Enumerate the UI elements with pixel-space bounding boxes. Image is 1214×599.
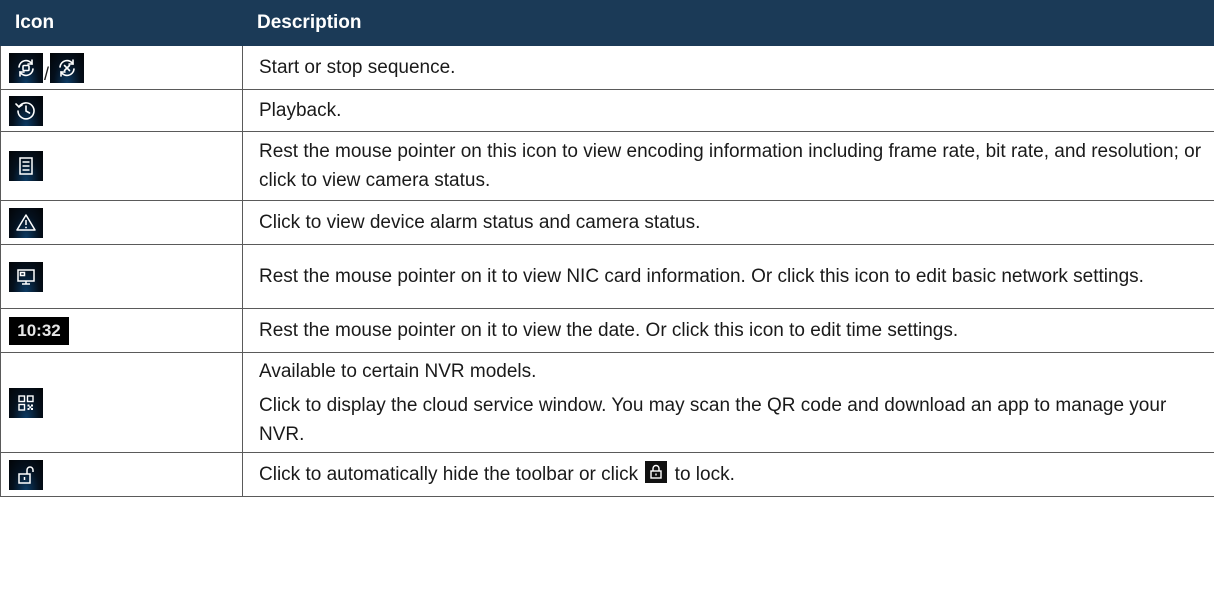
- description-line: Click to display the cloud service windo…: [259, 394, 1167, 445]
- description-cell: Playback.: [242, 89, 1214, 132]
- table-row: Playback.: [0, 89, 1214, 132]
- icon-cell: [0, 452, 243, 497]
- table-row: / Start or stop sequence.: [0, 45, 1214, 90]
- table-row: Available to certain NVR models. Click t…: [0, 352, 1214, 453]
- description-cell: Start or stop sequence.: [242, 45, 1214, 90]
- table-row: Click to view device alarm status and ca…: [0, 200, 1214, 245]
- playback-clock-icon: [9, 95, 43, 126]
- lock-icon: [645, 461, 668, 483]
- icon-cell: [0, 89, 243, 132]
- unlock-icon: [9, 459, 43, 490]
- description-text: to lock.: [674, 464, 735, 485]
- icon-description-table: Icon Description / Start or stop sequenc…: [0, 0, 1214, 497]
- description-line: Available to certain NVR models.: [259, 360, 537, 382]
- icon-cell: [0, 352, 243, 453]
- description-cell: Click to automatically hide the toolbar …: [242, 452, 1214, 497]
- description-cell: Rest the mouse pointer on this icon to v…: [242, 131, 1214, 201]
- table-row: Rest the mouse pointer on this icon to v…: [0, 131, 1214, 201]
- qr-code-icon: [9, 387, 43, 418]
- description-cell: Click to view device alarm status and ca…: [242, 200, 1214, 245]
- icon-cell: [0, 244, 243, 309]
- alarm-warning-icon: [9, 207, 43, 238]
- icon-cell: [0, 200, 243, 245]
- sequence-start-icon: [9, 52, 43, 83]
- header-description: Description: [242, 0, 1214, 46]
- table-row: Rest the mouse pointer on it to view NIC…: [0, 244, 1214, 309]
- table-row: Click to automatically hide the toolbar …: [0, 452, 1214, 497]
- description-cell: Rest the mouse pointer on it to view the…: [242, 308, 1214, 353]
- network-monitor-icon: [9, 261, 43, 292]
- icon-separator: /: [44, 63, 50, 84]
- icon-cell: /: [0, 45, 243, 90]
- icon-cell: [0, 131, 243, 201]
- table-header-row: Icon Description: [0, 0, 1214, 46]
- description-cell: Available to certain NVR models. Click t…: [242, 352, 1214, 453]
- encoding-info-list-icon: [9, 151, 43, 181]
- icon-cell: 10:32: [0, 308, 243, 353]
- time-display: 10:32: [9, 316, 69, 345]
- description-text: Click to automatically hide the toolbar …: [259, 464, 639, 485]
- header-icon: Icon: [0, 0, 243, 46]
- table-row: 10:32 Rest the mouse pointer on it to vi…: [0, 308, 1214, 353]
- sequence-stop-icon: [50, 52, 85, 83]
- description-cell: Rest the mouse pointer on it to view NIC…: [242, 244, 1214, 309]
